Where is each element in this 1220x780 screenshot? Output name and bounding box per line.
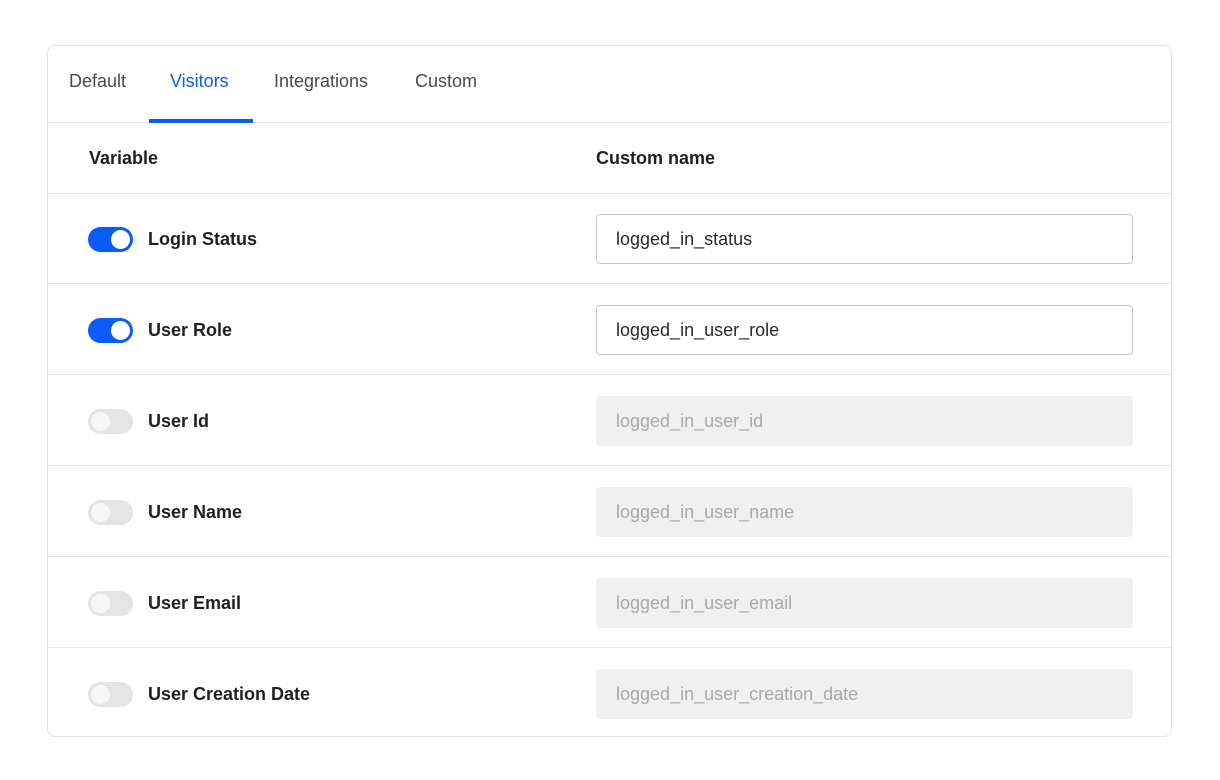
table-row: User Creation Date bbox=[48, 649, 1171, 736]
custom-name-input-user-id[interactable] bbox=[596, 396, 1133, 446]
table-row: User Name bbox=[48, 467, 1171, 557]
tab-integrations[interactable]: Integrations bbox=[274, 46, 368, 122]
tab-custom[interactable]: Custom bbox=[415, 46, 477, 122]
custom-name-input-user-creation-date[interactable] bbox=[596, 669, 1133, 719]
settings-card: Default Visitors Integrations Custom Var… bbox=[47, 45, 1172, 737]
toggle-knob bbox=[111, 230, 130, 249]
custom-name-input-login-status[interactable] bbox=[596, 214, 1133, 264]
toggle-knob bbox=[91, 503, 110, 522]
toggle-login-status[interactable] bbox=[88, 227, 133, 252]
variable-label: User Email bbox=[148, 593, 242, 613]
table-row: User Email bbox=[48, 558, 1171, 648]
tab-visitors[interactable]: Visitors bbox=[170, 46, 229, 122]
variable-label: User Name bbox=[148, 502, 243, 522]
table-header: Variable Custom name bbox=[48, 123, 1171, 194]
toggle-knob bbox=[91, 412, 110, 431]
variable-label: User Role bbox=[148, 320, 233, 340]
column-header-custom-name: Custom name bbox=[596, 148, 716, 168]
tab-default[interactable]: Default bbox=[69, 46, 126, 122]
table-row: Login Status bbox=[48, 194, 1171, 284]
toggle-knob bbox=[91, 594, 110, 613]
toggle-user-creation-date[interactable] bbox=[88, 682, 133, 707]
variable-label: User Creation Date bbox=[148, 684, 311, 704]
variable-label: Login Status bbox=[148, 229, 257, 249]
toggle-knob bbox=[91, 685, 110, 704]
column-header-variable: Variable bbox=[89, 148, 159, 168]
custom-name-input-user-role[interactable] bbox=[596, 305, 1133, 355]
toggle-user-email[interactable] bbox=[88, 591, 133, 616]
toggle-user-id[interactable] bbox=[88, 409, 133, 434]
table-row: User Id bbox=[48, 376, 1171, 466]
custom-name-input-user-email[interactable] bbox=[596, 578, 1133, 628]
custom-name-input-user-name[interactable] bbox=[596, 487, 1133, 537]
variable-label: User Id bbox=[148, 411, 210, 431]
toggle-knob bbox=[111, 321, 130, 340]
tab-bar: Default Visitors Integrations Custom bbox=[48, 46, 1171, 123]
toggle-user-name[interactable] bbox=[88, 500, 133, 525]
toggle-user-role[interactable] bbox=[88, 318, 133, 343]
table-row: User Role bbox=[48, 285, 1171, 375]
